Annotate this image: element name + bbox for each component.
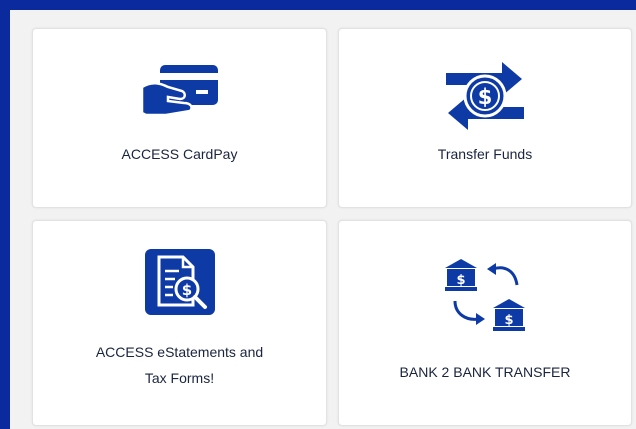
bank-transfer-label: BANK 2 BANK TRANSFER (399, 364, 571, 380)
bank-transfer-icon: $ $ (445, 259, 525, 331)
estatements-tile[interactable]: $ ACCESS eStatements and Tax Forms! (32, 220, 327, 426)
card-pay-tile[interactable]: ACCESS CardPay (32, 28, 327, 208)
svg-text:$: $ (456, 273, 465, 288)
svg-text:$: $ (181, 281, 191, 299)
estatement-icon: $ (144, 249, 215, 315)
transfer-funds-tile[interactable]: $ Transfer Funds (338, 28, 632, 208)
estatements-label: ACCESS eStatements and Tax Forms! (95, 344, 264, 386)
bank-transfer-tile[interactable]: $ $ BANK 2 BANK TRANSFER (338, 220, 632, 426)
services-panel: ACCESS CardPay $ Transfer Funds $ ACCESS… (10, 10, 636, 429)
card-pay-icon (140, 65, 218, 117)
svg-text:$: $ (478, 85, 493, 109)
card-pay-label: ACCESS CardPay (121, 146, 238, 162)
transfer-funds-icon: $ (446, 62, 524, 130)
transfer-funds-label: Transfer Funds (437, 146, 533, 162)
svg-text:$: $ (504, 313, 513, 328)
